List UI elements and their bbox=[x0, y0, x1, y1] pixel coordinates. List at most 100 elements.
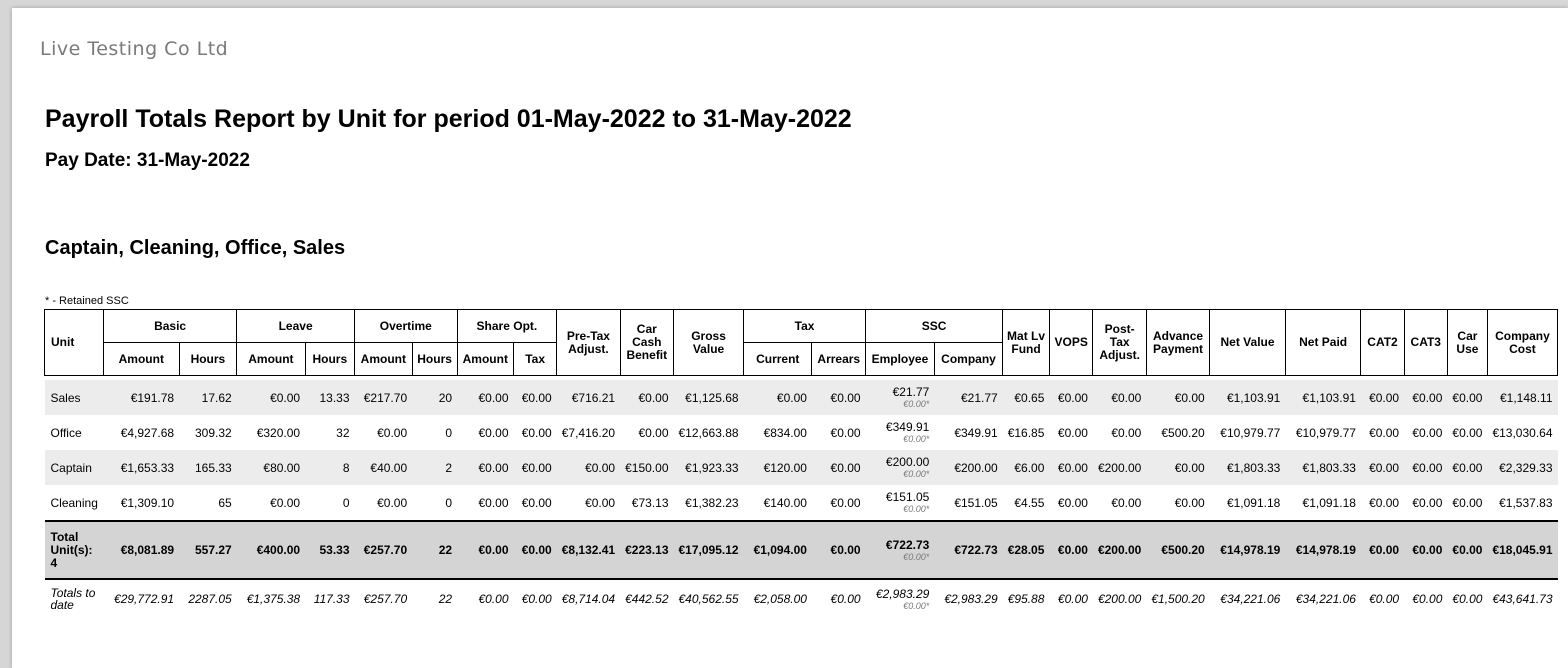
cell-car-use: €0.00 bbox=[1452, 495, 1483, 510]
cell-cat3: €0.00 bbox=[1404, 450, 1448, 485]
cell-ot-amount: €217.70 bbox=[354, 380, 413, 415]
cell-ssc-company: €200.00 bbox=[934, 450, 1003, 485]
cell-ssc-company: €151.05 bbox=[954, 495, 998, 510]
cell-cat3: €0.00 bbox=[1412, 495, 1443, 510]
cell-cat3: €0.00 bbox=[1404, 520, 1448, 580]
cell-net-paid: €1,103.91 bbox=[1285, 380, 1361, 415]
ssc-retained-value: €0.00* bbox=[903, 551, 930, 562]
cell-leave-amount: €0.00 bbox=[236, 380, 306, 415]
cell-advance: €500.20 bbox=[1161, 425, 1205, 440]
cell-unit: Total Unit(s): 4 bbox=[44, 520, 104, 580]
cell-basic-amount: €8,081.89 bbox=[103, 520, 180, 580]
cell-post-tax: €0.00 bbox=[1111, 495, 1142, 510]
cell-ssc-employee: €722.73 €0.00* bbox=[865, 520, 935, 580]
header-tax-current: Current bbox=[743, 342, 813, 376]
cell-vops: €0.00 bbox=[1057, 495, 1088, 510]
cell-cat2: €0.00 bbox=[1369, 592, 1400, 606]
cell-ssc-company: €349.91 bbox=[954, 425, 998, 440]
cell-share-amount: €0.00 bbox=[478, 425, 509, 440]
cell-basic-hours: 309.32 bbox=[195, 425, 232, 440]
cell-ot-amount: €257.70 bbox=[363, 592, 408, 606]
cell-basic-hours: 165.33 bbox=[179, 450, 237, 485]
header-company-cost: Company Cost bbox=[1486, 309, 1559, 376]
cell-company-cost: €1,537.83 bbox=[1499, 495, 1553, 510]
table-row: Captain €1,653.33 165.33 €80.00 8 €40.00… bbox=[44, 450, 1558, 485]
cell-leave-amount: €80.00 bbox=[236, 450, 306, 485]
header-ssc-company: Company bbox=[933, 342, 1004, 376]
header-overtime: Overtime bbox=[354, 309, 458, 343]
ssc-retained-value: €0.00* bbox=[903, 434, 930, 444]
cell-ot-hours: 0 bbox=[445, 495, 453, 510]
cell-leave-amount: €400.00 bbox=[236, 520, 306, 580]
cell-post-tax: €0.00 bbox=[1111, 425, 1142, 440]
header-leave-hours: Hours bbox=[304, 342, 356, 376]
cell-vops: €0.00 bbox=[1049, 380, 1093, 415]
cell-cat3: €0.00 bbox=[1404, 380, 1448, 415]
header-cat2: CAT2 bbox=[1360, 309, 1405, 376]
cell-vops: €0.00 bbox=[1057, 592, 1088, 606]
cell-mat-lv: €16.85 bbox=[1007, 425, 1045, 440]
cell-advance: €0.00 bbox=[1146, 380, 1210, 415]
cell-ot-hours: 22 bbox=[412, 520, 458, 580]
cell-leave-amount: €1,375.38 bbox=[246, 592, 301, 606]
cell-tax-current: €2,058.00 bbox=[753, 592, 807, 606]
cell-car-cash: €73.13 bbox=[631, 495, 669, 510]
cell-tax-arrears: €0.00 bbox=[811, 450, 866, 485]
ssc-retained-value: €0.00* bbox=[903, 600, 930, 611]
cell-ssc-employee: €200.00 €0.00* bbox=[865, 450, 935, 485]
cell-gross: €1,125.68 bbox=[673, 380, 744, 415]
cell-net-paid: €10,979.77 bbox=[1295, 425, 1356, 440]
totals-to-date-row: Totals to date €29,772.91 2287.05 €1,375… bbox=[45, 579, 1558, 618]
cell-pre-tax: €8,714.04 bbox=[561, 592, 616, 606]
cell-ssc-employee: €151.05 €0.00* bbox=[866, 485, 935, 521]
header-mat-lv-fund: Mat Lv Fund bbox=[1002, 309, 1050, 376]
cell-pre-tax: €8,132.41 bbox=[556, 520, 621, 580]
cell-tax-arrears: €0.00 bbox=[830, 495, 861, 510]
cell-share-tax: €0.00 bbox=[513, 520, 557, 580]
cell-basic-amount: €29,772.91 bbox=[114, 592, 175, 606]
cell-basic-amount: €1,653.33 bbox=[103, 450, 180, 485]
header-net-paid: Net Paid bbox=[1284, 309, 1362, 376]
cell-car-use: €0.00 bbox=[1447, 450, 1488, 485]
header-tax: Tax bbox=[743, 309, 867, 343]
cell-ot-amount: €40.00 bbox=[354, 450, 413, 485]
cell-gross: €1,382.23 bbox=[685, 495, 739, 510]
header-leave-amount: Amount bbox=[236, 342, 306, 376]
payroll-totals-table: Unit Basic Leave Overtime Share Opt. Pre… bbox=[44, 309, 1559, 618]
header-share-opt: Share Opt. bbox=[456, 309, 558, 343]
cell-share-amount: €0.00 bbox=[457, 380, 514, 415]
cell-net-value: €14,978.19 bbox=[1209, 520, 1286, 580]
cell-company-cost: €43,641.73 bbox=[1492, 592, 1553, 606]
cell-ot-amount: €257.70 bbox=[354, 520, 413, 580]
cell-net-value: €1,103.91 bbox=[1209, 380, 1286, 415]
cell-cat2: €0.00 bbox=[1360, 450, 1405, 485]
header-overtime-amount: Amount bbox=[354, 342, 413, 376]
cell-ssc-company: €2,983.29 bbox=[944, 592, 998, 606]
cell-cat2: €0.00 bbox=[1360, 520, 1405, 580]
header-share-tax: Tax bbox=[513, 342, 558, 376]
units-heading: Captain, Cleaning, Office, Sales bbox=[45, 237, 346, 259]
header-net-value: Net Value bbox=[1209, 309, 1286, 376]
cell-share-amount: €0.00 bbox=[457, 520, 514, 580]
cell-share-tax: €0.00 bbox=[513, 380, 557, 415]
cell-car-use: €0.00 bbox=[1452, 425, 1483, 440]
cell-tax-arrears: €0.00 bbox=[811, 520, 866, 580]
cell-leave-hours: 117.33 bbox=[313, 592, 350, 606]
cell-advance: €500.20 bbox=[1146, 520, 1210, 580]
cell-basic-hours: 65 bbox=[218, 495, 232, 510]
cell-leave-hours: 53.33 bbox=[305, 520, 355, 580]
cell-share-tax: €0.00 bbox=[521, 592, 552, 606]
cell-vops: €0.00 bbox=[1049, 450, 1093, 485]
cell-share-amount: €0.00 bbox=[478, 592, 509, 606]
cell-leave-amount: €320.00 bbox=[256, 425, 301, 440]
ssc-retained-value: €0.00* bbox=[903, 469, 930, 479]
ssc-employee-value: €151.05 bbox=[885, 490, 930, 504]
header-pre-tax-adjust: Pre-Tax Adjust. bbox=[556, 309, 621, 376]
cell-net-paid: €1,803.33 bbox=[1285, 450, 1361, 485]
cell-unit: Cleaning bbox=[50, 495, 98, 510]
cell-ot-hours: 22 bbox=[438, 592, 453, 606]
cell-car-cash: €0.00 bbox=[638, 425, 669, 440]
cell-mat-lv: €6.00 bbox=[1002, 450, 1050, 485]
cell-ssc-employee: €349.91 €0.00* bbox=[866, 415, 935, 450]
cell-share-tax: €0.00 bbox=[521, 495, 552, 510]
